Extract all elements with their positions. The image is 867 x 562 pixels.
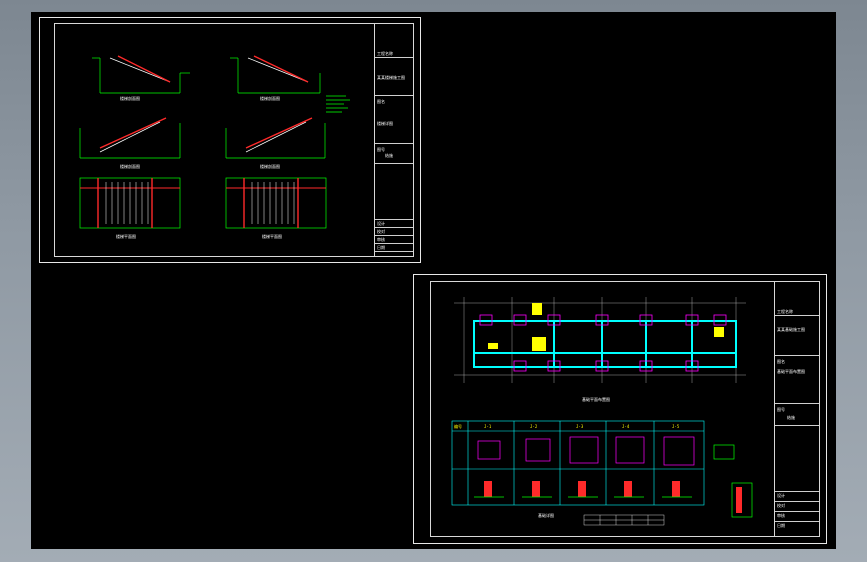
view-label-3: 楼梯剖面图: [120, 163, 140, 169]
stair-section-1: [92, 57, 190, 94]
tb-project-name: 某某基础施工图: [777, 327, 805, 332]
tb-drawing-name: 楼梯详图: [377, 121, 393, 126]
column-detail: [713, 444, 753, 518]
grid-lines: [454, 297, 746, 383]
tb-number-value: 结施: [385, 153, 393, 158]
plan-annotations: [488, 303, 724, 351]
title-block: 工程名称 某某基础施工图 图名 基础平面布置图 图号 结施 设计 校对 审核 日…: [774, 281, 819, 537]
tb-checker: 校对: [377, 229, 385, 234]
table-header-5: J-5: [672, 424, 680, 429]
notes-table: [583, 514, 665, 526]
stair-drawings: 楼梯剖面图 楼梯剖面图 楼梯剖面图 楼梯剖面图 楼梯平面图 楼梯平面图: [79, 55, 350, 239]
title-block: 工程名称 某某楼梯施工图 图名 楼梯详图 图号 结施 设计 校对 审核 日期: [374, 23, 413, 257]
stair-flight-4: [245, 117, 313, 149]
stair-plan-1: [79, 177, 181, 229]
drawing-sheet-stairs[interactable]: 工程名称 某某楼梯施工图 图名 楼梯详图 图号 结施 设计 校对 审核 日期 楼…: [39, 17, 421, 263]
tb-reviewer: 审核: [777, 513, 785, 518]
footing-section-details: [484, 481, 680, 497]
foundation-beams: [473, 320, 737, 368]
tb-number-value: 结施: [787, 415, 795, 420]
stair-plan-2: [225, 177, 327, 229]
table-header-1: J-1: [484, 424, 492, 429]
view-label-6: 楼梯平面图: [262, 233, 282, 239]
tb-drawing-name: 基础平面布置图: [777, 369, 805, 374]
detail-label: 基础详图: [538, 512, 554, 518]
tb-drawing-label: 图名: [777, 359, 785, 364]
cad-model-viewport[interactable]: 工程名称 某某楼梯施工图 图名 楼梯详图 图号 结施 设计 校对 审核 日期 楼…: [31, 12, 836, 549]
view-label-1: 楼梯剖面图: [120, 95, 140, 101]
footing-plan-details: [477, 436, 695, 466]
tb-designer: 设计: [377, 221, 385, 226]
tb-number-label: 图号: [777, 407, 785, 412]
general-notes: [326, 95, 350, 113]
stair-section-3: [79, 121, 181, 159]
view-label-2: 楼梯剖面图: [260, 95, 280, 101]
tb-project-label: 工程名称: [777, 309, 793, 314]
column-detail-red: [736, 487, 742, 513]
stair-flight-1: [117, 55, 171, 83]
foundation-drawings: 基础平面布置图 编号 J-1 J-2 J-3 J-4 J-5 基础详图: [451, 297, 753, 526]
table-header-2: J-2: [530, 424, 538, 429]
stair-section-4: [225, 121, 326, 159]
table-header-0: 编号: [454, 423, 462, 429]
tb-reviewer: 审核: [377, 237, 385, 242]
tb-date: 日期: [777, 523, 785, 528]
tb-checker: 校对: [777, 503, 785, 508]
tb-number-label: 图号: [377, 147, 385, 152]
table-header-3: J-3: [576, 424, 584, 429]
stair-section-2: [230, 57, 321, 94]
stair-flight-2: [253, 55, 309, 83]
tb-drawing-label: 图名: [377, 99, 385, 104]
table-header-4: J-4: [622, 424, 630, 429]
tb-designer: 设计: [777, 493, 785, 498]
tb-date: 日期: [377, 245, 385, 250]
view-label-5: 楼梯平面图: [116, 233, 136, 239]
plan-label: 基础平面布置图: [582, 396, 610, 402]
stair-flight-3: [99, 117, 167, 149]
tb-project-label: 工程名称: [377, 51, 393, 56]
view-label-4: 楼梯剖面图: [260, 163, 280, 169]
drawing-sheet-foundation[interactable]: 工程名称 某某基础施工图 图名 基础平面布置图 图号 结施 设计 校对 审核 日…: [413, 274, 827, 544]
tb-project-name: 某某楼梯施工图: [377, 75, 405, 80]
